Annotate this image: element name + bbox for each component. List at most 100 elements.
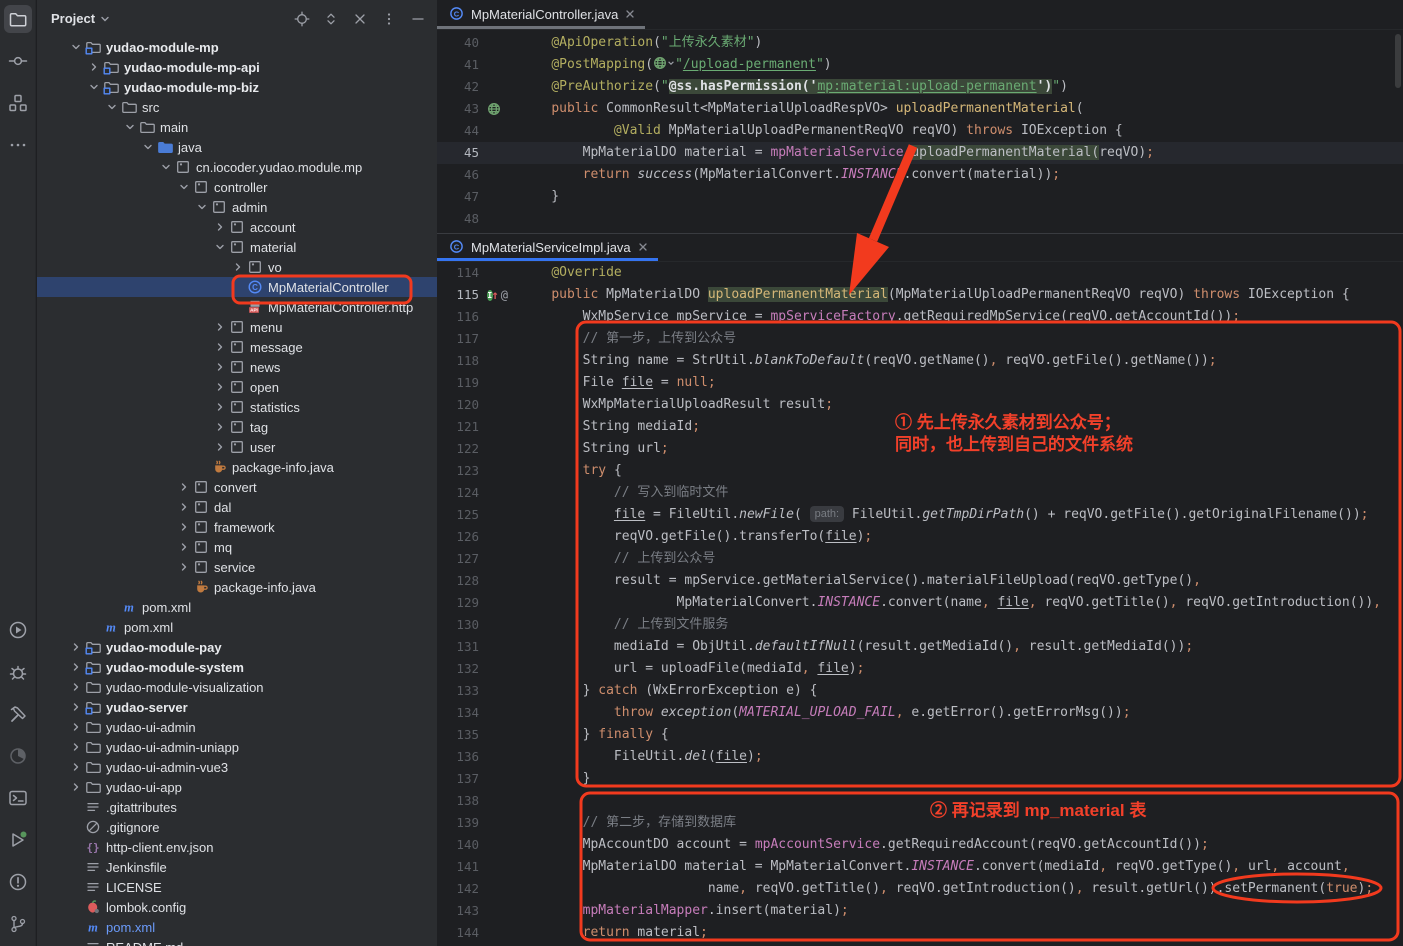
code-line-130[interactable]: 130 // 上传到文件服务 bbox=[437, 614, 1403, 636]
code-line-125[interactable]: 125 file = FileUtil.newFile( path: FileU… bbox=[437, 504, 1403, 526]
tree-item-pom-xml[interactable]: mpom.xml bbox=[37, 917, 437, 937]
commit-icon[interactable] bbox=[4, 47, 32, 75]
services-icon[interactable] bbox=[4, 826, 32, 854]
tree-item-yudao-ui-admin-vue3[interactable]: yudao-ui-admin-vue3 bbox=[37, 757, 437, 777]
tree-item-yudao-module-pay[interactable]: yudao-module-pay bbox=[37, 637, 437, 657]
code-line-114[interactable]: 114 @Override bbox=[437, 262, 1403, 284]
scrollbar-thumb[interactable] bbox=[1395, 34, 1401, 88]
structure-icon[interactable] bbox=[4, 89, 32, 117]
tree-item-yudao-server[interactable]: yudao-server bbox=[37, 697, 437, 717]
code-line-126[interactable]: 126 reqVO.getFile().transferTo(file); bbox=[437, 526, 1403, 548]
tree-item-dal[interactable]: dal bbox=[37, 497, 437, 517]
tree-item-src[interactable]: src bbox=[37, 97, 437, 117]
chevron-collapsed-icon[interactable] bbox=[175, 479, 192, 495]
tree-item-mq[interactable]: mq bbox=[37, 537, 437, 557]
tree-item-framework[interactable]: framework bbox=[37, 517, 437, 537]
problems-icon[interactable] bbox=[4, 868, 32, 896]
expand-all-icon[interactable] bbox=[322, 10, 340, 28]
tree-item-mpmaterialcontroller[interactable]: CMpMaterialController bbox=[37, 277, 437, 297]
chevron-collapsed-icon[interactable] bbox=[85, 59, 102, 75]
chevron-expanded-icon[interactable] bbox=[211, 239, 228, 255]
tree-item-jenkinsfile[interactable]: Jenkinsfile bbox=[37, 857, 437, 877]
locate-file-icon[interactable] bbox=[293, 10, 311, 28]
tree-item-menu[interactable]: menu bbox=[37, 317, 437, 337]
tree-item-package-info-java[interactable]: package-info.java bbox=[37, 457, 437, 477]
code-line-138[interactable]: 138 bbox=[437, 790, 1403, 812]
overrides-method-gutter-icon[interactable]: I↑@ bbox=[481, 284, 508, 306]
tree-item-news[interactable]: news bbox=[37, 357, 437, 377]
chevron-collapsed-icon[interactable] bbox=[211, 399, 228, 415]
tree-item-package-info-java[interactable]: package-info.java bbox=[37, 577, 437, 597]
api-endpoint-globe-icon[interactable] bbox=[481, 102, 508, 116]
chevron-collapsed-icon[interactable] bbox=[211, 219, 228, 235]
chevron-collapsed-icon[interactable] bbox=[211, 339, 228, 355]
tree-item-statistics[interactable]: statistics bbox=[37, 397, 437, 417]
code-line-46[interactable]: 46 return success(MpMaterialConvert.INST… bbox=[437, 164, 1403, 186]
code-line-136[interactable]: 136 FileUtil.del(file); bbox=[437, 746, 1403, 768]
code-line-40[interactable]: 40 @ApiOperation("上传永久素材") bbox=[437, 32, 1403, 54]
project-view-selector[interactable]: Project bbox=[51, 11, 110, 26]
code-line-140[interactable]: 140 MpAccountDO account = mpAccountServi… bbox=[437, 834, 1403, 856]
tree-item-message[interactable]: message bbox=[37, 337, 437, 357]
tree-item--gitignore[interactable]: .gitignore bbox=[37, 817, 437, 837]
tree-item-cn-iocoder-yudao-module-mp[interactable]: cn.iocoder.yudao.module.mp bbox=[37, 157, 437, 177]
code-line-135[interactable]: 135 } finally { bbox=[437, 724, 1403, 746]
code-line-133[interactable]: 133 } catch (WxErrorException e) { bbox=[437, 680, 1403, 702]
chevron-collapsed-icon[interactable] bbox=[175, 499, 192, 515]
code-line-124[interactable]: 124 // 写入到临时文件 bbox=[437, 482, 1403, 504]
code-line-115[interactable]: 115I↑@ public MpMaterialDO uploadPermane… bbox=[437, 284, 1403, 306]
chevron-collapsed-icon[interactable] bbox=[211, 359, 228, 375]
tree-item-yudao-module-system[interactable]: yudao-module-system bbox=[37, 657, 437, 677]
tree-item-yudao-module-mp-api[interactable]: yudao-module-mp-api bbox=[37, 57, 437, 77]
tree-item-pom-xml[interactable]: mpom.xml bbox=[37, 617, 437, 637]
tree-item-yudao-ui-admin[interactable]: yudao-ui-admin bbox=[37, 717, 437, 737]
code-line-48[interactable]: 48 bbox=[437, 208, 1403, 230]
tree-item-tag[interactable]: tag bbox=[37, 417, 437, 437]
tree-item-yudao-ui-admin-uniapp[interactable]: yudao-ui-admin-uniapp bbox=[37, 737, 437, 757]
chevron-collapsed-icon[interactable] bbox=[211, 319, 228, 335]
code-line-144[interactable]: 144 return material; bbox=[437, 922, 1403, 944]
code-line-122[interactable]: 122 String url; bbox=[437, 438, 1403, 460]
chevron-expanded-icon[interactable] bbox=[121, 119, 138, 135]
chevron-expanded-icon[interactable] bbox=[193, 199, 210, 215]
code-line-142[interactable]: 142 name, reqVO.getTitle(), reqVO.getInt… bbox=[437, 878, 1403, 900]
code-line-134[interactable]: 134 throw exception(MATERIAL_UPLOAD_FAIL… bbox=[437, 702, 1403, 724]
chevron-collapsed-icon[interactable] bbox=[175, 559, 192, 575]
close-icon[interactable] bbox=[638, 240, 648, 255]
tree-item-java[interactable]: java bbox=[37, 137, 437, 157]
chevron-expanded-icon[interactable] bbox=[67, 39, 84, 55]
chevron-expanded-icon[interactable] bbox=[175, 179, 192, 195]
terminal-icon[interactable] bbox=[4, 784, 32, 812]
chevron-collapsed-icon[interactable] bbox=[67, 739, 84, 755]
close-icon[interactable] bbox=[625, 7, 635, 22]
chevron-collapsed-icon[interactable] bbox=[67, 719, 84, 735]
chevron-collapsed-icon[interactable] bbox=[67, 699, 84, 715]
tree-item-material[interactable]: material bbox=[37, 237, 437, 257]
chevron-collapsed-icon[interactable] bbox=[67, 659, 84, 675]
tree-item-controller[interactable]: controller bbox=[37, 177, 437, 197]
tree-item-pom-xml[interactable]: mpom.xml bbox=[37, 597, 437, 617]
more-tool-windows-icon[interactable] bbox=[4, 131, 32, 159]
code-editor-bottom[interactable]: 114 @Override115I↑@ public MpMaterialDO … bbox=[437, 262, 1403, 944]
chevron-collapsed-icon[interactable] bbox=[211, 379, 228, 395]
tree-item-yudao-ui-app[interactable]: yudao-ui-app bbox=[37, 777, 437, 797]
tree-item--gitattributes[interactable]: .gitattributes bbox=[37, 797, 437, 817]
tree-item-vo[interactable]: vo bbox=[37, 257, 437, 277]
chevron-expanded-icon[interactable] bbox=[157, 159, 174, 175]
collapse-all-icon[interactable] bbox=[351, 10, 369, 28]
tree-item-yudao-module-mp-biz[interactable]: yudao-module-mp-biz bbox=[37, 77, 437, 97]
code-line-41[interactable]: 41 @PostMapping("/upload-permanent") bbox=[437, 54, 1403, 76]
tree-item-account[interactable]: account bbox=[37, 217, 437, 237]
code-line-137[interactable]: 137 } bbox=[437, 768, 1403, 790]
code-line-119[interactable]: 119 File file = null; bbox=[437, 372, 1403, 394]
run-icon[interactable] bbox=[4, 616, 32, 644]
chevron-expanded-icon[interactable] bbox=[85, 79, 102, 95]
chevron-collapsed-icon[interactable] bbox=[229, 259, 246, 275]
chevron-collapsed-icon[interactable] bbox=[211, 419, 228, 435]
chevron-expanded-icon[interactable] bbox=[139, 139, 156, 155]
tree-item-main[interactable]: main bbox=[37, 117, 437, 137]
code-line-127[interactable]: 127 // 上传到公众号 bbox=[437, 548, 1403, 570]
code-line-132[interactable]: 132 url = uploadFile(mediaId, file); bbox=[437, 658, 1403, 680]
code-line-117[interactable]: 117 // 第一步，上传到公众号 bbox=[437, 328, 1403, 350]
code-line-43[interactable]: 43 public CommonResult<MpMaterialUploadR… bbox=[437, 98, 1403, 120]
